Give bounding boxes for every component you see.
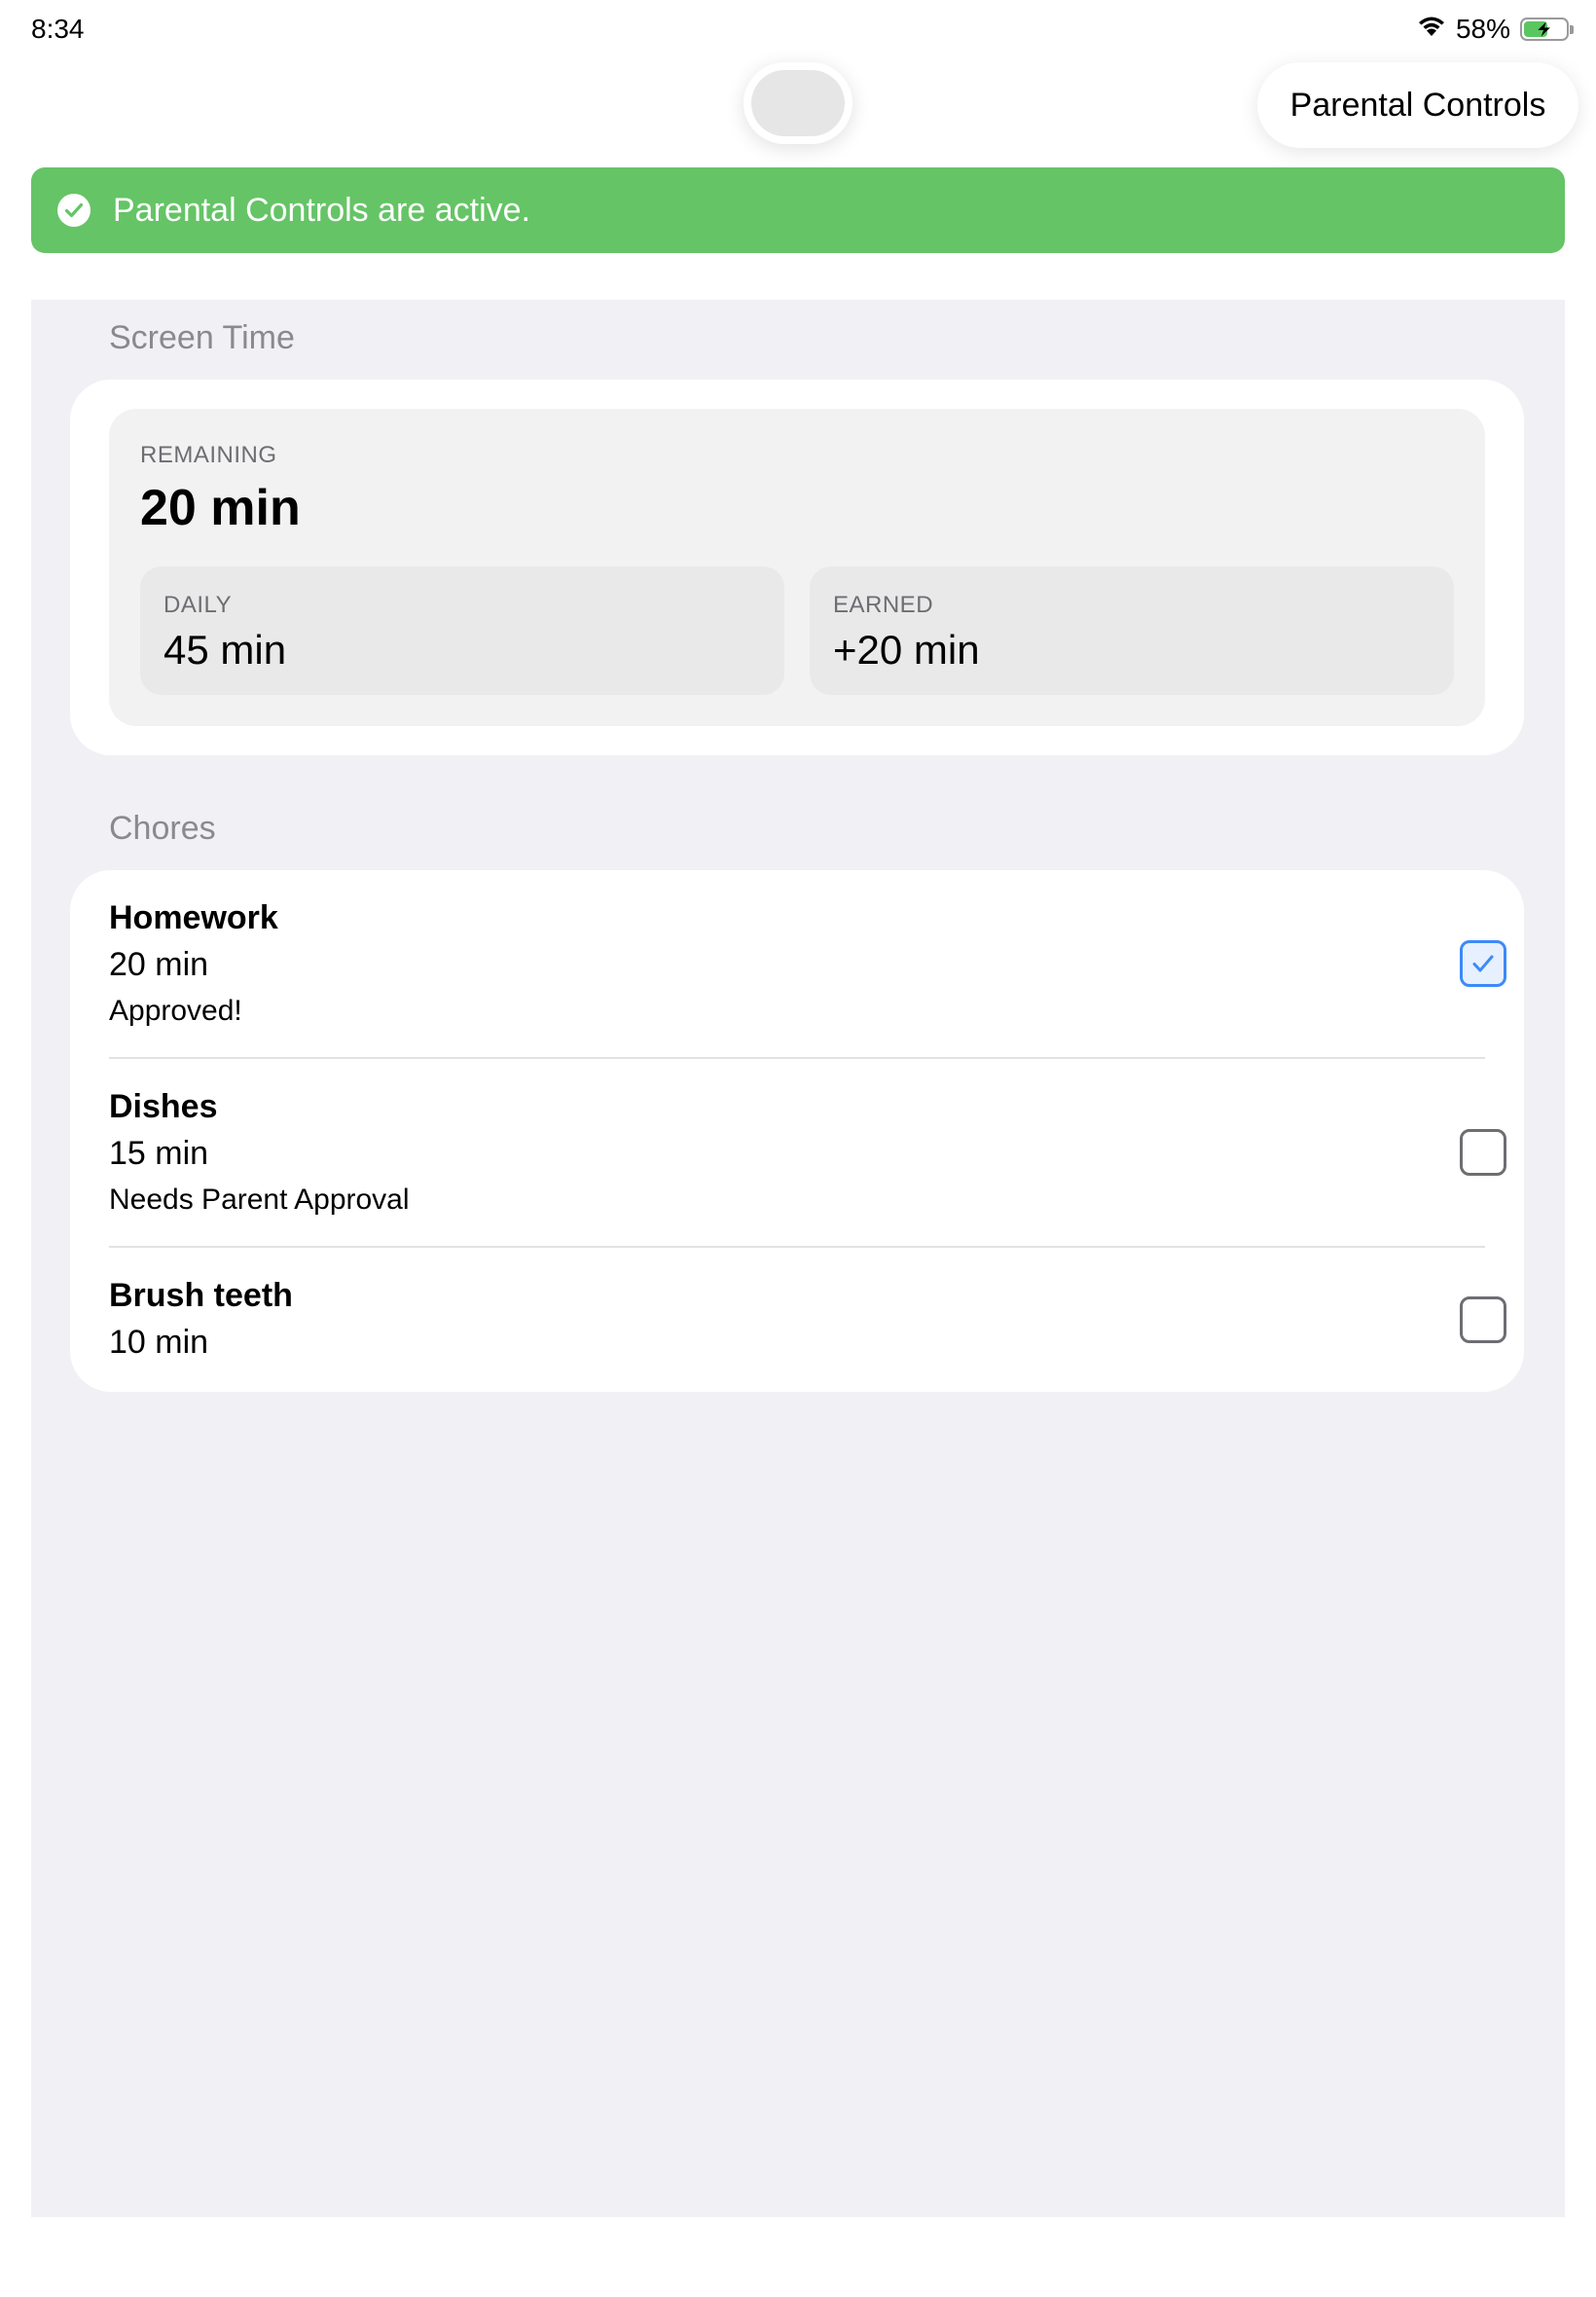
multitasking-pill[interactable] xyxy=(744,62,852,144)
chore-checkbox-brush-teeth[interactable] xyxy=(1460,1296,1506,1343)
screen-time-summary: REMAINING 20 min DAILY 45 min EARNED +20… xyxy=(109,409,1485,726)
earned-label: EARNED xyxy=(833,592,934,618)
chore-checkbox-dishes[interactable] xyxy=(1460,1129,1506,1176)
battery-percent: 58% xyxy=(1455,14,1510,44)
chore-item-brush-teeth[interactable]: Brush teeth 10 min xyxy=(70,1248,1524,1392)
status-time: 8:34 xyxy=(31,14,85,44)
daily-value: 45 min xyxy=(163,627,287,673)
status-indicators: 58% xyxy=(1417,14,1574,45)
chore-name: Dishes xyxy=(109,1088,218,1125)
wifi-icon xyxy=(1417,14,1446,45)
remaining-label: REMAINING xyxy=(140,442,277,468)
chore-minutes: 10 min xyxy=(109,1324,209,1361)
parental-controls-active-banner: Parental Controls are active. xyxy=(31,167,1565,253)
battery-charging-icon xyxy=(1520,18,1574,41)
chores-section-title: Chores xyxy=(109,810,216,847)
chore-item-dishes[interactable]: Dishes 15 min Needs Parent Approval xyxy=(70,1059,1524,1248)
remaining-value: 20 min xyxy=(140,480,301,536)
parental-controls-button[interactable]: Parental Controls xyxy=(1257,62,1578,148)
chore-checkbox-homework[interactable] xyxy=(1460,940,1506,987)
chore-name: Brush teeth xyxy=(109,1277,293,1314)
chore-minutes: 20 min xyxy=(109,946,209,983)
screen-time-card: REMAINING 20 min DAILY 45 min EARNED +20… xyxy=(70,380,1524,755)
earned-value: +20 min xyxy=(833,627,980,673)
checkmark-circle-icon xyxy=(57,194,91,227)
main-panel: Screen Time REMAINING 20 min DAILY 45 mi… xyxy=(31,300,1565,2217)
daily-label: DAILY xyxy=(163,592,233,618)
chore-name: Homework xyxy=(109,899,278,936)
banner-text: Parental Controls are active. xyxy=(113,191,530,229)
multitasking-pill-inner xyxy=(751,70,845,136)
checkmark-icon xyxy=(1472,955,1494,972)
chore-minutes: 15 min xyxy=(109,1135,209,1172)
bolt-icon xyxy=(1538,21,1550,37)
earned-box: EARNED +20 min xyxy=(810,566,1454,695)
status-bar: 8:34 58% xyxy=(0,0,1596,58)
chores-card: Homework 20 min Approved! Dishes 15 min … xyxy=(70,870,1524,1392)
daily-box: DAILY 45 min xyxy=(140,566,784,695)
chore-item-homework[interactable]: Homework 20 min Approved! xyxy=(70,870,1524,1059)
chore-status: Approved! xyxy=(109,995,242,1027)
chore-status: Needs Parent Approval xyxy=(109,1184,410,1216)
screen-time-section-title: Screen Time xyxy=(109,319,295,356)
